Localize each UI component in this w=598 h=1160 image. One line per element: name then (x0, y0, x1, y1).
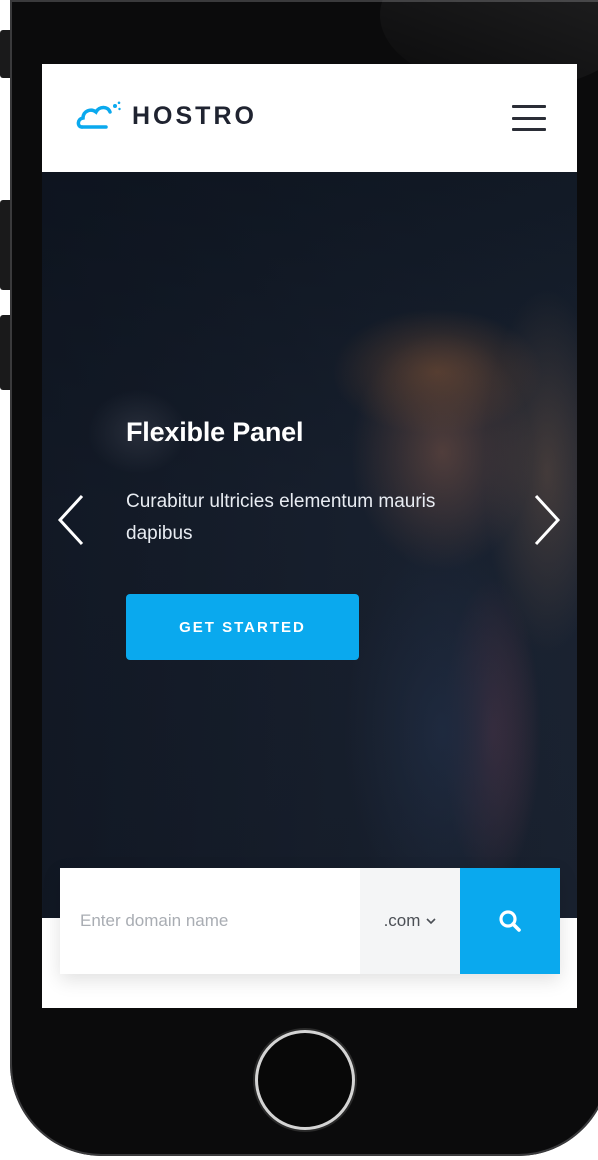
phone-screen: HOSTRO Flexible Panel Curabitur ultricie… (42, 64, 577, 1008)
chevron-left-icon[interactable] (56, 494, 86, 546)
domain-search-input[interactable] (60, 868, 360, 974)
phone-volume-down-button (0, 315, 10, 390)
menu-line (512, 116, 546, 120)
brand-logo[interactable]: HOSTRO (76, 101, 257, 131)
phone-home-button (255, 1030, 355, 1130)
phone-volume-up-button (0, 200, 10, 290)
get-started-button[interactable]: GET STARTED (126, 594, 359, 660)
domain-search-bar: .com (60, 868, 560, 974)
navbar: HOSTRO (42, 64, 577, 172)
chevron-right-icon[interactable] (532, 494, 562, 546)
search-icon (499, 910, 521, 932)
cloud-logo-icon (76, 101, 121, 129)
hamburger-menu-icon[interactable] (512, 105, 546, 131)
tld-select[interactable]: .com (360, 868, 460, 974)
menu-line (512, 128, 546, 131)
phone-mute-switch (0, 30, 10, 78)
menu-line (512, 105, 546, 108)
tld-selected-value: .com (383, 911, 421, 930)
hero-title: Flexible Panel (126, 417, 304, 447)
hero-subtitle: Curabitur ultricies elementum mauris dap… (126, 491, 436, 544)
chevron-down-icon (426, 917, 436, 924)
brand-name: HOSTRO (132, 101, 257, 130)
domain-search-button[interactable] (460, 868, 560, 974)
hero-slider: Flexible Panel Curabitur ultricies eleme… (42, 172, 577, 918)
